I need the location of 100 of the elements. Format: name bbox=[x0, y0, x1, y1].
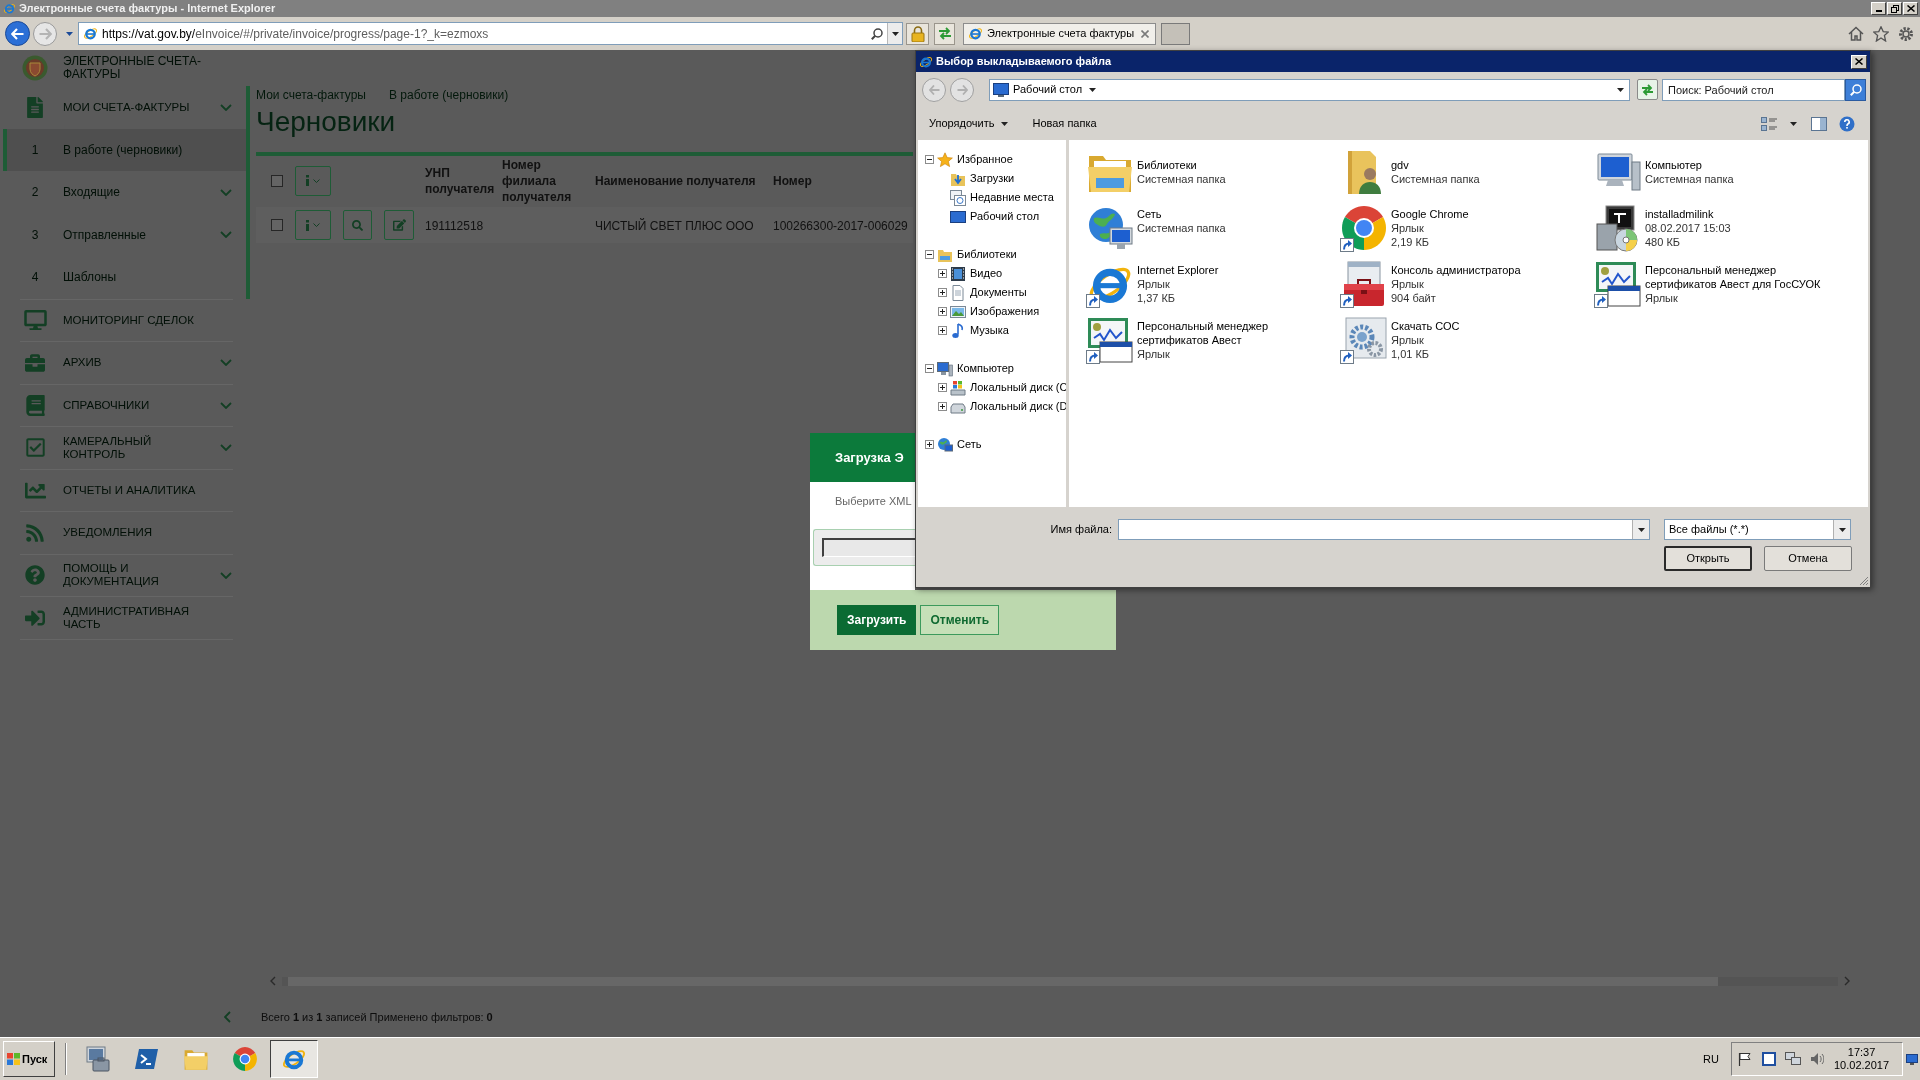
file-name[interactable]: Internet Explorer bbox=[1137, 263, 1317, 277]
expand-toggle[interactable] bbox=[938, 402, 947, 411]
network-icon[interactable] bbox=[1785, 1052, 1801, 1066]
location-crumb[interactable]: Рабочий стол bbox=[1013, 81, 1083, 98]
star-icon[interactable] bbox=[1873, 25, 1889, 42]
tree-item[interactable]: Библиотеки bbox=[957, 246, 1017, 263]
close-button[interactable] bbox=[1903, 2, 1918, 15]
settings-icon[interactable] bbox=[1898, 25, 1914, 42]
cancel-button[interactable]: Отменить bbox=[920, 605, 1000, 635]
close-button[interactable] bbox=[1851, 54, 1867, 69]
checked-box-icon bbox=[25, 437, 45, 459]
search-icon bbox=[1849, 83, 1862, 96]
window-icon[interactable] bbox=[1762, 1052, 1776, 1066]
minimize-button[interactable] bbox=[1871, 2, 1886, 15]
search-icon[interactable] bbox=[871, 27, 883, 40]
collapse-toggle[interactable] bbox=[925, 155, 934, 164]
tree-item[interactable]: Видео bbox=[970, 265, 1003, 282]
file-name[interactable]: Сеть bbox=[1137, 207, 1317, 221]
file-input-field[interactable] bbox=[813, 529, 915, 566]
caret-down-icon bbox=[65, 31, 73, 36]
file-name[interactable]: Компьютер bbox=[1645, 158, 1825, 172]
computer-toolbox-icon bbox=[85, 1046, 111, 1072]
language-indicator[interactable]: RU bbox=[1703, 1050, 1719, 1068]
restore-button[interactable] bbox=[1887, 2, 1902, 15]
tree-item[interactable]: Локальный диск (D bbox=[970, 398, 1066, 415]
arrow-right-icon bbox=[38, 27, 52, 40]
drive-icon bbox=[950, 379, 966, 396]
preview-pane-icon[interactable] bbox=[1811, 116, 1827, 131]
picture-icon bbox=[950, 303, 966, 320]
refresh-button[interactable] bbox=[934, 22, 955, 45]
tree-item[interactable]: Компьютер bbox=[957, 360, 1014, 377]
file-type-select[interactable]: Все файлы (*.*) bbox=[1664, 519, 1851, 540]
toolbar-button[interactable]: Упорядочить bbox=[929, 115, 1009, 132]
location-field[interactable]: Рабочий стол bbox=[989, 78, 1630, 101]
arrow-right-icon bbox=[956, 84, 968, 95]
table-cell: 191112518 bbox=[425, 219, 484, 233]
collapse-toggle[interactable] bbox=[925, 250, 934, 259]
tree-item[interactable]: Изображения bbox=[970, 303, 1040, 320]
browser-tab[interactable]: Электронные счета фактуры bbox=[963, 22, 1156, 45]
new-tab-button[interactable] bbox=[1161, 22, 1190, 45]
document-icon bbox=[950, 284, 966, 301]
close-icon[interactable] bbox=[1141, 29, 1149, 38]
file-name[interactable]: Google Chrome bbox=[1391, 207, 1571, 221]
tree-item[interactable]: Недавние места bbox=[970, 189, 1054, 206]
file-name[interactable]: Персональный менеджер сертификатов Авест bbox=[1137, 319, 1317, 347]
file-name[interactable]: Скачать СОС bbox=[1391, 319, 1571, 333]
toolbar-button[interactable]: Новая папка bbox=[1032, 115, 1097, 132]
file-name[interactable]: Персональный менеджер сертификатов Авест для ГосСУОК bbox=[1645, 263, 1825, 291]
tab-e-logo-icon bbox=[968, 26, 983, 41]
checkbox[interactable] bbox=[271, 219, 283, 231]
tree-item[interactable]: Музыка bbox=[970, 322, 1009, 339]
star-icon bbox=[937, 151, 953, 168]
tree-item[interactable]: Документы bbox=[970, 284, 1027, 301]
e-logo-icon bbox=[919, 54, 933, 69]
monitor-icon bbox=[23, 310, 47, 331]
expand-toggle[interactable] bbox=[925, 440, 934, 449]
checkbox[interactable] bbox=[271, 174, 283, 187]
tree-item[interactable]: Загрузки bbox=[970, 170, 1015, 187]
expand-toggle[interactable] bbox=[938, 383, 947, 392]
speaker-icon[interactable] bbox=[1810, 1052, 1824, 1066]
tree-item[interactable]: Рабочий стол bbox=[970, 208, 1040, 225]
dialog-title: Выбор выкладываемого файла bbox=[936, 54, 1112, 70]
expand-toggle[interactable] bbox=[938, 307, 947, 316]
status-text: Всего 1 из 1 записей Применено фильтров: 0 bbox=[261, 1009, 493, 1025]
chevron-right-icon bbox=[1844, 976, 1850, 986]
start-button[interactable]: Пуск bbox=[3, 1041, 55, 1077]
address-field[interactable]: https://vat.gov.by/eInvoice/#/private/invoice/progress/page-1?_k=ezmoxs bbox=[78, 22, 903, 45]
cancel-button[interactable]: Отмена bbox=[1764, 546, 1852, 571]
search-button[interactable] bbox=[1845, 78, 1866, 101]
computer-icon bbox=[937, 360, 953, 377]
file-detail: Ярлык bbox=[1391, 221, 1425, 235]
file-detail: Ярлык bbox=[1645, 291, 1679, 305]
chevron-left-icon bbox=[270, 976, 276, 986]
expand-toggle[interactable] bbox=[938, 288, 947, 297]
file-name[interactable]: gdv bbox=[1391, 158, 1571, 172]
home-icon[interactable] bbox=[1848, 26, 1864, 41]
search-field[interactable]: Поиск: Рабочий стол bbox=[1662, 78, 1845, 101]
file-detail: 1,01 КБ bbox=[1391, 347, 1431, 361]
expand-toggle[interactable] bbox=[938, 326, 947, 335]
file-name-field[interactable] bbox=[1118, 519, 1650, 540]
file-name[interactable]: Библиотеки bbox=[1137, 158, 1317, 172]
open-button[interactable]: Открыть bbox=[1664, 546, 1752, 571]
search-icon bbox=[352, 219, 363, 231]
tree-item[interactable]: Избранное bbox=[957, 151, 1013, 168]
menu-number: 4 bbox=[30, 269, 40, 287]
help-icon[interactable] bbox=[1839, 115, 1855, 132]
file-name[interactable]: installadmilink bbox=[1645, 207, 1825, 221]
flag-icon[interactable] bbox=[1738, 1052, 1752, 1066]
back-button[interactable] bbox=[5, 21, 30, 46]
view-list-icon[interactable] bbox=[1761, 116, 1777, 131]
refresh-button[interactable] bbox=[1637, 79, 1658, 100]
taskbar-button[interactable] bbox=[270, 1040, 318, 1078]
tree-item[interactable]: Сеть bbox=[957, 436, 982, 453]
refresh-icon bbox=[937, 27, 952, 40]
expand-toggle[interactable] bbox=[938, 269, 947, 278]
collapse-toggle[interactable] bbox=[925, 364, 934, 373]
file-name[interactable]: Консоль администратора bbox=[1391, 263, 1571, 277]
address-dropdown[interactable] bbox=[887, 23, 902, 44]
upload-button[interactable]: Загрузить bbox=[837, 605, 917, 635]
menu-number: 1 bbox=[30, 141, 40, 159]
